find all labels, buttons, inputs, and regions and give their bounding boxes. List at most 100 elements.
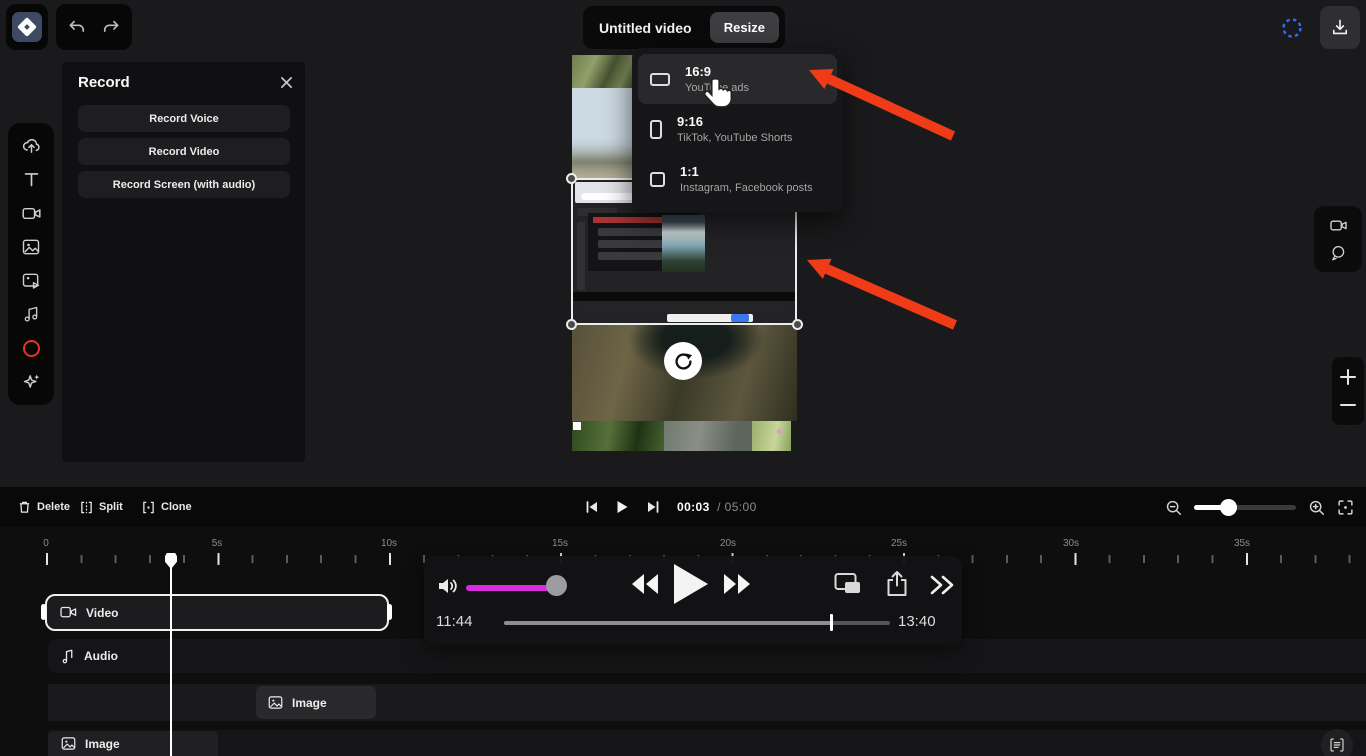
music-note-icon	[22, 305, 41, 324]
aspect-1-1-icon	[650, 172, 665, 187]
zoom-in-canvas-button[interactable]	[1339, 368, 1357, 386]
track-list-icon	[1329, 737, 1345, 753]
video-tool-button[interactable]	[20, 202, 42, 224]
comment-button[interactable]	[1329, 244, 1347, 262]
player-elapsed-time: 11:44	[436, 613, 472, 630]
preview-ui-timeline-track	[581, 304, 787, 312]
comment-icon	[1329, 244, 1347, 262]
text-icon	[22, 170, 41, 189]
preview-filmstrip	[572, 421, 791, 451]
video-track-clip-selected[interactable]: Video	[45, 594, 389, 631]
stock-media-button[interactable]	[20, 270, 42, 292]
app-logo-button[interactable]	[6, 4, 48, 50]
selection-handle-bottom-left[interactable]	[566, 319, 577, 330]
play-icon	[616, 500, 629, 514]
ruler-label: 35s	[1222, 538, 1262, 549]
zoom-in-icon	[1308, 499, 1325, 516]
split-icon	[80, 501, 93, 514]
preview-beach-clip[interactable]	[572, 88, 640, 178]
picture-in-picture-button[interactable]	[834, 571, 862, 596]
fit-to-screen-icon	[1337, 499, 1354, 516]
image-clip-1[interactable]: Image	[256, 686, 376, 719]
menu-platforms-label: Instagram, Facebook posts	[680, 182, 813, 194]
rotate-sync-button[interactable]	[664, 342, 702, 380]
menu-ratio-label: 1:1	[680, 164, 813, 180]
menu-item-9-16[interactable]: 9:16 TikTok, YouTube Shorts	[638, 104, 837, 154]
timeline-zoom-out-button[interactable]	[1165, 499, 1182, 516]
split-button[interactable]: Split	[80, 501, 123, 514]
play-icon	[672, 562, 710, 606]
preview-ui-video-thumb	[662, 215, 705, 272]
current-time: 00:03	[677, 500, 710, 514]
minus-icon	[1339, 396, 1357, 414]
volume-icon[interactable]	[437, 575, 461, 597]
timeline-zoom-slider[interactable]	[1194, 505, 1296, 510]
track-manager-button[interactable]	[1321, 729, 1353, 756]
ruler-label: 0	[26, 538, 66, 549]
picture-in-picture-icon	[834, 571, 862, 596]
filmstrip-frame	[752, 421, 791, 451]
preview-ui-player-chip	[731, 314, 749, 322]
ruler-label: 5s	[197, 538, 237, 549]
text-tool-button[interactable]	[20, 169, 42, 191]
video-editor-app: Untitled video Resize	[0, 0, 1366, 756]
rewind-button[interactable]	[630, 572, 660, 596]
sync-status-icon	[1281, 17, 1303, 39]
clip-trim-handle-right[interactable]	[387, 604, 392, 620]
image-tool-button[interactable]	[20, 236, 42, 258]
delete-button[interactable]: Delete	[18, 500, 70, 514]
filmstrip-frame	[572, 421, 664, 451]
export-button[interactable]	[1320, 6, 1360, 49]
transport-controls: 00:03 / 05:00	[585, 487, 757, 527]
image-clip-2[interactable]: Image	[48, 731, 218, 756]
timeline-zoom-in-button[interactable]	[1308, 499, 1325, 516]
skip-to-start-button[interactable]	[585, 500, 599, 514]
image-play-icon	[21, 271, 41, 291]
zoom-out-canvas-button[interactable]	[1339, 396, 1357, 414]
selection-handle-top-left[interactable]	[566, 173, 577, 184]
right-tools-panel	[1314, 206, 1362, 272]
selection-handle-bottom-right[interactable]	[792, 319, 803, 330]
image-track-row-2	[48, 730, 1366, 756]
player-progress-marker[interactable]	[830, 614, 833, 631]
rewind-icon	[630, 572, 660, 596]
webcam-button[interactable]	[1329, 216, 1348, 235]
fit-timeline-button[interactable]	[1337, 499, 1354, 516]
close-icon	[280, 76, 293, 89]
close-record-panel-button[interactable]	[280, 76, 293, 89]
app-logo-icon	[12, 12, 42, 42]
upload-media-button[interactable]	[20, 135, 42, 157]
play-button[interactable]	[616, 500, 629, 514]
resize-button[interactable]: Resize	[710, 12, 779, 43]
record-icon	[23, 340, 40, 357]
record-voice-button[interactable]: Record Voice	[78, 105, 290, 132]
skip-to-end-button[interactable]	[646, 500, 660, 514]
refresh-icon	[673, 351, 694, 372]
undo-button[interactable]	[67, 17, 87, 37]
share-button[interactable]	[885, 570, 909, 598]
ruler-label: 10s	[369, 538, 409, 549]
volume-slider-knob[interactable]	[546, 575, 567, 596]
menu-item-1-1[interactable]: 1:1 Instagram, Facebook posts	[638, 154, 837, 204]
more-controls-button[interactable]	[928, 574, 956, 596]
record-tool-button[interactable]	[20, 337, 42, 359]
playhead-handle[interactable]	[165, 553, 177, 569]
clip-trim-handle-left[interactable]	[41, 604, 46, 620]
player-play-button[interactable]	[672, 562, 710, 606]
playhead-line[interactable]	[170, 561, 172, 756]
ruler-label: 15s	[540, 538, 580, 549]
clone-icon	[142, 501, 155, 514]
record-screen-button[interactable]: Record Screen (with audio)	[78, 171, 290, 198]
record-panel-header: Record	[78, 74, 293, 91]
fast-forward-button[interactable]	[722, 572, 752, 596]
record-video-button[interactable]: Record Video	[78, 138, 290, 165]
zoom-slider-knob[interactable]	[1220, 499, 1237, 516]
timeline-zoom-controls	[1165, 487, 1354, 527]
audio-tool-button[interactable]	[20, 304, 42, 326]
effects-tool-button[interactable]	[20, 371, 42, 393]
zoom-out-icon	[1165, 499, 1182, 516]
clone-button[interactable]: Clone	[142, 501, 192, 514]
menu-item-16-9[interactable]: 16:9 YouTube ads	[638, 54, 837, 104]
preview-foliage-clip[interactable]	[572, 55, 640, 88]
redo-button[interactable]	[101, 17, 121, 37]
